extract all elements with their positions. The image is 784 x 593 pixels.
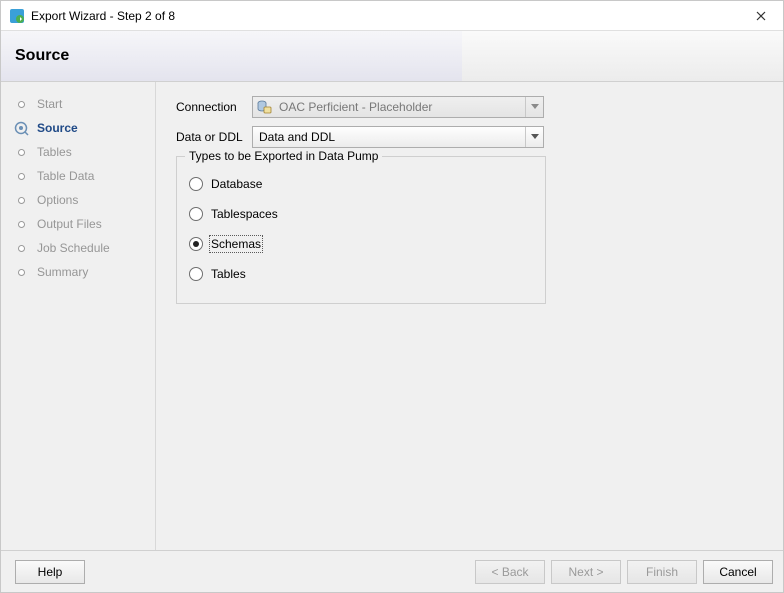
types-legend: Types to be Exported in Data Pump <box>185 149 382 163</box>
sidebar-item-label: Summary <box>37 265 88 279</box>
data-or-ddl-label: Data or DDL <box>176 130 252 144</box>
sidebar-item-source[interactable]: Source <box>1 116 155 140</box>
radio-icon <box>189 267 203 281</box>
sidebar-item-job-schedule[interactable]: Job Schedule <box>1 236 155 260</box>
step-bullet-icon <box>13 168 29 184</box>
connection-row: Connection OAC Perficient - Placeholder <box>176 96 763 118</box>
titlebar: Export Wizard - Step 2 of 8 <box>1 1 783 31</box>
sidebar-item-summary[interactable]: Summary <box>1 260 155 284</box>
next-button: Next > <box>551 560 621 584</box>
connection-label: Connection <box>176 100 252 114</box>
finish-button: Finish <box>627 560 697 584</box>
sidebar: Start Source Tables Table Data <box>1 82 156 550</box>
radio-label: Tablespaces <box>211 207 278 221</box>
connection-value: OAC Perficient - Placeholder <box>277 100 525 114</box>
chevron-down-icon <box>525 97 543 117</box>
sidebar-item-label: Options <box>37 193 78 207</box>
app-icon <box>9 8 25 24</box>
radio-label: Database <box>211 177 262 191</box>
radio-label: Schemas <box>211 237 261 251</box>
help-button[interactable]: Help <box>15 560 85 584</box>
radio-tablespaces[interactable]: Tablespaces <box>189 199 533 229</box>
sidebar-item-label: Start <box>37 97 62 111</box>
chevron-down-icon <box>525 127 543 147</box>
body: Start Source Tables Table Data <box>1 81 783 550</box>
data-or-ddl-dropdown[interactable]: Data and DDL <box>252 126 544 148</box>
radio-icon <box>189 207 203 221</box>
page-title: Source <box>15 47 69 65</box>
sidebar-item-start[interactable]: Start <box>1 92 155 116</box>
database-icon <box>255 98 273 116</box>
content-area: Connection OAC Perficient - Placeholder <box>156 82 783 550</box>
sidebar-item-label: Tables <box>37 145 72 159</box>
radio-icon <box>189 177 203 191</box>
progress-shade <box>1 31 462 81</box>
step-bullet-icon <box>13 240 29 256</box>
sidebar-item-tables[interactable]: Tables <box>1 140 155 164</box>
header-band: Source <box>1 31 783 81</box>
footer: Help < Back Next > Finish Cancel <box>1 550 783 592</box>
sidebar-item-label: Job Schedule <box>37 241 110 255</box>
data-or-ddl-value: Data and DDL <box>253 130 525 144</box>
types-fieldset: Types to be Exported in Data Pump Databa… <box>176 156 546 304</box>
radio-schemas[interactable]: Schemas <box>189 229 533 259</box>
sidebar-item-output-files[interactable]: Output Files <box>1 212 155 236</box>
cancel-button[interactable]: Cancel <box>703 560 773 584</box>
sidebar-item-options[interactable]: Options <box>1 188 155 212</box>
export-wizard-window: Export Wizard - Step 2 of 8 Source Start <box>0 0 784 593</box>
radio-label: Tables <box>211 267 246 281</box>
step-bullet-icon <box>13 264 29 280</box>
step-bullet-icon <box>13 120 29 136</box>
step-bullet-icon <box>13 96 29 112</box>
step-bullet-icon <box>13 192 29 208</box>
step-bullet-icon <box>13 216 29 232</box>
step-bullet-icon <box>13 144 29 160</box>
connection-dropdown: OAC Perficient - Placeholder <box>252 96 544 118</box>
close-button[interactable] <box>738 1 783 31</box>
radio-tables[interactable]: Tables <box>189 259 533 289</box>
types-radio-group: Database Tablespaces Schemas Tables <box>189 169 533 289</box>
data-or-ddl-row: Data or DDL Data and DDL <box>176 126 763 148</box>
sidebar-item-table-data[interactable]: Table Data <box>1 164 155 188</box>
back-button: < Back <box>475 560 545 584</box>
window-title: Export Wizard - Step 2 of 8 <box>31 9 738 23</box>
sidebar-item-label: Output Files <box>37 217 102 231</box>
radio-database[interactable]: Database <box>189 169 533 199</box>
radio-icon <box>189 237 203 251</box>
sidebar-item-label: Table Data <box>37 169 94 183</box>
sidebar-item-label: Source <box>37 121 78 135</box>
